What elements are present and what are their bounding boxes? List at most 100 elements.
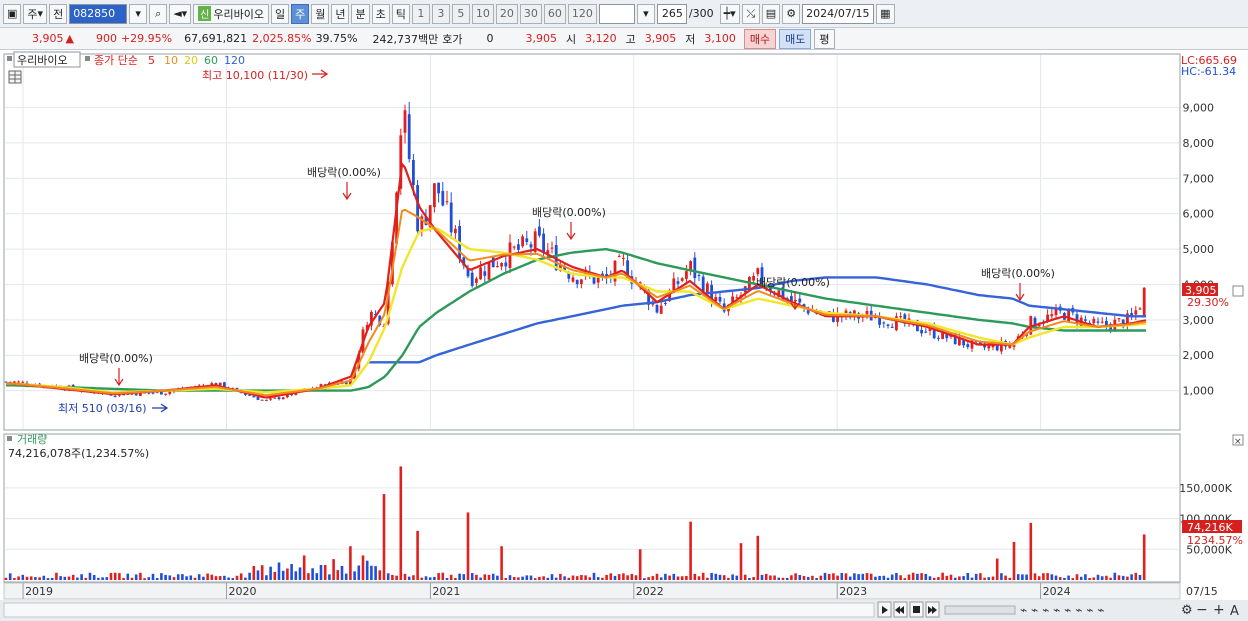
volume-bar xyxy=(1012,541,1016,580)
bar-count-input[interactable]: 265 xyxy=(656,3,687,24)
volume-bar xyxy=(433,576,436,580)
candle-body xyxy=(752,276,755,281)
zoom-in-icon[interactable]: + xyxy=(1213,602,1225,618)
x-axis xyxy=(3,582,1181,600)
volume-bar xyxy=(1063,577,1066,580)
period-num-30[interactable]: 30 xyxy=(519,3,542,24)
search-icon[interactable]: ⌕ xyxy=(149,3,168,24)
volume-bar xyxy=(882,575,886,580)
period-month[interactable]: 월 xyxy=(311,3,330,24)
zoom-out-icon[interactable]: − xyxy=(1196,602,1208,618)
x-tick-label: 07/15 xyxy=(1186,585,1218,598)
volume-title: 거래량 xyxy=(17,433,47,446)
volume-bar xyxy=(664,573,667,580)
candle-body xyxy=(886,324,890,326)
candle-body xyxy=(542,233,545,252)
volume-bar xyxy=(764,573,768,580)
speaker-icon[interactable]: ◄▾ xyxy=(169,3,192,24)
candle-body xyxy=(689,261,692,270)
date-input[interactable]: 2024/07/15 xyxy=(802,3,875,24)
volume-bar xyxy=(441,572,445,580)
period-num-60[interactable]: 60 xyxy=(543,3,566,24)
volume-bar xyxy=(823,572,827,580)
period-day[interactable]: 일 xyxy=(270,3,290,24)
period-minute[interactable]: 분 xyxy=(351,3,370,24)
volume-bar xyxy=(512,576,516,580)
volume-bar xyxy=(857,574,860,580)
period-num-1[interactable]: 1 xyxy=(411,3,430,24)
stock-name[interactable]: 신 우리바이오 xyxy=(193,3,269,24)
period-num-5[interactable]: 5 xyxy=(451,3,470,24)
period-num-20[interactable]: 20 xyxy=(495,3,518,24)
period-tick[interactable]: 틱 xyxy=(391,3,410,24)
volume-bar xyxy=(546,577,550,580)
volume-bar xyxy=(265,575,268,580)
candle-body xyxy=(680,278,684,281)
volume-bar xyxy=(874,576,877,580)
legend-ma-prefix: 종가 단순 xyxy=(94,54,138,67)
candle-body xyxy=(937,337,940,339)
period-second[interactable]: 초 xyxy=(371,3,390,24)
volume-bar xyxy=(315,573,319,580)
volume-bar xyxy=(966,572,970,580)
calendar-icon[interactable]: ▦ xyxy=(876,3,895,24)
volume-bar xyxy=(1037,576,1041,580)
candle-body xyxy=(164,393,167,395)
volume-bar xyxy=(1050,574,1054,580)
buy-button[interactable]: 매수 xyxy=(743,28,777,49)
volume-bar xyxy=(1058,577,1062,580)
draw-tools-icon[interactable]: ⌁ ⌁ ⌁ ⌁ ⌁ ⌁ ⌁ ⌁ xyxy=(1020,603,1105,617)
custom-period-input[interactable] xyxy=(598,3,635,24)
volume-bar xyxy=(987,577,991,580)
scroll-toggle-icon[interactable] xyxy=(1232,285,1244,297)
x-tick-label: 2021 xyxy=(432,585,460,598)
sell-button[interactable]: 매도 xyxy=(779,28,812,49)
candle-body xyxy=(890,326,894,328)
volume-bar xyxy=(25,576,29,580)
layout-icon[interactable]: ▣ xyxy=(3,3,22,24)
volume-bar xyxy=(466,512,470,580)
custom-period-dropdown-icon[interactable]: ▾ xyxy=(636,3,655,24)
volume-bar xyxy=(613,575,617,580)
candle-body xyxy=(987,345,991,349)
volume-bar xyxy=(420,577,424,580)
period-week[interactable]: 주 xyxy=(291,3,310,24)
average-button[interactable]: 평 xyxy=(814,28,835,49)
volume-bar xyxy=(819,575,823,580)
volume-bar xyxy=(4,577,8,580)
volume-bar xyxy=(970,577,974,580)
volume-bar xyxy=(223,575,226,580)
period-year[interactable]: 년 xyxy=(331,3,350,24)
zoom-slider[interactable] xyxy=(944,605,1016,615)
price-y-tick: 3,000 xyxy=(1183,314,1215,327)
period-num-3[interactable]: 3 xyxy=(431,3,450,24)
volume-bar xyxy=(1092,577,1096,580)
legend-ma5: 5 xyxy=(148,54,155,67)
volume-bar xyxy=(575,576,579,580)
auto-scale-icon[interactable]: A xyxy=(1230,604,1239,619)
period-num-10[interactable]: 10 xyxy=(471,3,494,24)
legend-marker-icon xyxy=(7,56,12,61)
volume-bar xyxy=(559,573,562,580)
indicator-icon[interactable]: ⤯ xyxy=(741,3,760,24)
code-dropdown-icon[interactable]: ▾ xyxy=(129,3,148,24)
candle-body xyxy=(1117,318,1121,320)
save-icon[interactable]: ▤ xyxy=(761,3,781,24)
volume-bar xyxy=(1096,574,1100,580)
volume-bar xyxy=(1142,534,1146,580)
prev-button[interactable]: 전 xyxy=(49,3,68,24)
period-type-select[interactable]: 주 ▾ xyxy=(23,3,48,24)
volume-bar xyxy=(298,567,302,580)
volume-bar xyxy=(1134,572,1138,580)
candle-type-icon[interactable]: ┿▾ xyxy=(719,3,740,24)
candle-body xyxy=(1092,318,1096,324)
gear-icon[interactable]: ⚙ xyxy=(782,3,801,24)
volume-bar xyxy=(197,574,201,580)
period-num-120[interactable]: 120 xyxy=(567,3,597,24)
candle-body xyxy=(1100,321,1104,323)
horizontal-scrollbar[interactable] xyxy=(3,602,875,618)
stock-code-input[interactable]: 082850 xyxy=(69,3,128,24)
volume-bar xyxy=(596,577,600,580)
volume-bar xyxy=(353,571,356,580)
settings-icon[interactable]: ⚙ xyxy=(1181,603,1193,618)
